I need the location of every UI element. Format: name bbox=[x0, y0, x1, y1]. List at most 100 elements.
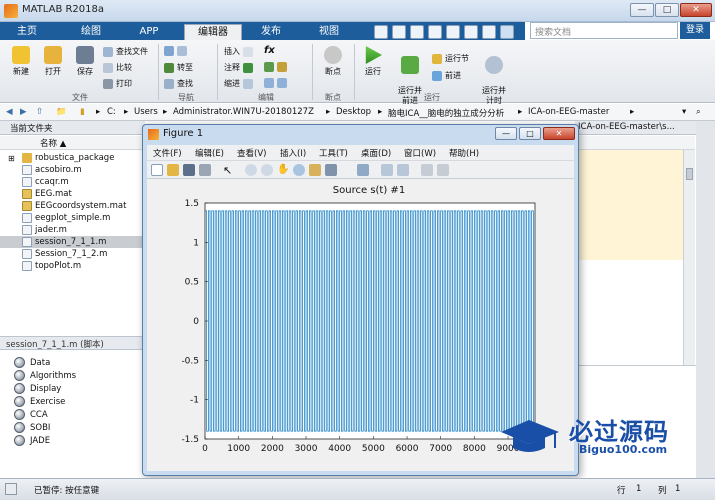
editor-pane[interactable] bbox=[575, 150, 683, 260]
list-item[interactable]: Exercise bbox=[14, 396, 65, 407]
tab-plots[interactable]: 绘图 bbox=[70, 24, 112, 40]
back-arrow-icon[interactable]: ◀ bbox=[6, 107, 13, 117]
hide-plot-tools-icon[interactable] bbox=[421, 164, 433, 176]
goto-button[interactable]: 转至 bbox=[164, 62, 193, 73]
run-and-time-button[interactable]: 运行并 计时 bbox=[476, 46, 512, 106]
list-item[interactable]: eegplot_simple.m bbox=[0, 212, 145, 224]
link-plot-icon[interactable] bbox=[357, 164, 369, 176]
up-folder-icon[interactable]: ⇧ bbox=[36, 107, 43, 117]
redo-icon[interactable] bbox=[464, 25, 478, 39]
indent-button[interactable]: 缩进 bbox=[224, 78, 253, 89]
open-button[interactable]: 打开 bbox=[38, 46, 68, 77]
tab-view[interactable]: 视图 bbox=[308, 24, 350, 40]
list-item[interactable]: CCA bbox=[14, 409, 48, 420]
find-button[interactable]: 查找 bbox=[164, 78, 193, 89]
advance-button[interactable]: 前进 bbox=[432, 70, 461, 81]
breakpoints-button[interactable]: 断点 bbox=[316, 46, 350, 77]
tab-publish[interactable]: 发布 bbox=[250, 24, 292, 40]
list-item[interactable]: EEGcoordsystem.mat bbox=[0, 200, 145, 212]
copy-icon[interactable] bbox=[410, 25, 424, 39]
breadcrumb-user-dir[interactable]: Administrator.WIN7U-20180127Z bbox=[173, 107, 314, 117]
smart-indent-button[interactable] bbox=[264, 78, 287, 88]
list-item[interactable]: EEG.mat bbox=[0, 188, 145, 200]
list-item[interactable]: Data bbox=[14, 357, 50, 368]
pan-hand-icon[interactable]: ✋ bbox=[277, 164, 289, 176]
run-section-button[interactable]: 运行节 bbox=[432, 53, 469, 64]
figure-title-bar[interactable]: Figure 1 — □ ✕ bbox=[143, 125, 578, 143]
zoom-in-icon[interactable] bbox=[245, 164, 257, 176]
undo-icon[interactable] bbox=[446, 25, 460, 39]
search-icon[interactable]: ⌕ bbox=[696, 107, 701, 117]
minimize-button[interactable]: — bbox=[630, 3, 654, 17]
scrollbar-thumb[interactable] bbox=[686, 168, 693, 180]
list-item[interactable]: ccaqr.m bbox=[0, 176, 145, 188]
quick-save-icon[interactable] bbox=[374, 25, 388, 39]
comment-button[interactable]: 注释 bbox=[224, 62, 253, 73]
edit-plot-arrow-icon[interactable]: ↖ bbox=[223, 164, 235, 177]
menu-edit[interactable]: 编辑(E) bbox=[195, 147, 224, 159]
search-documentation-input[interactable]: 搜索文档 bbox=[530, 22, 678, 39]
menu-desktop[interactable]: 桌面(D) bbox=[361, 147, 391, 159]
menu-window[interactable]: 窗口(W) bbox=[404, 147, 436, 159]
breadcrumb-users[interactable]: Users bbox=[134, 107, 158, 117]
back-button[interactable] bbox=[164, 46, 187, 56]
list-item[interactable]: Display bbox=[14, 383, 61, 394]
list-item[interactable]: ⊞ robustica_package bbox=[0, 152, 145, 164]
menu-help[interactable]: 帮助(H) bbox=[449, 147, 479, 159]
figure-minimize-button[interactable]: — bbox=[495, 127, 517, 140]
print-button[interactable]: 打印 bbox=[103, 78, 132, 89]
maximize-button[interactable]: □ bbox=[655, 3, 679, 17]
list-item-selected[interactable]: session_7_1_1.m bbox=[0, 236, 145, 248]
print-figure-icon[interactable] bbox=[199, 164, 211, 176]
expand-icon[interactable]: ⊞ bbox=[8, 154, 18, 163]
open-file-icon[interactable] bbox=[167, 164, 179, 176]
show-plot-tools-icon[interactable] bbox=[437, 164, 449, 176]
rotate-3d-icon[interactable] bbox=[293, 164, 305, 176]
compare-button[interactable]: 比较 bbox=[103, 62, 132, 73]
switch-windows-icon[interactable] bbox=[482, 25, 496, 39]
column-header-name[interactable]: 名称 ▲ bbox=[0, 136, 145, 150]
breadcrumb-ica-folder[interactable]: 脑电ICA__脑电的独立成分分析 bbox=[388, 107, 504, 119]
list-item[interactable]: acsobiro.m bbox=[0, 164, 145, 176]
breadcrumb-ica-on-eeg[interactable]: ICA-on-EEG-master bbox=[528, 107, 609, 117]
run-button[interactable]: 运行 bbox=[358, 46, 388, 77]
login-button[interactable]: 登录 bbox=[680, 22, 710, 39]
forward-arrow-icon[interactable]: ▶ bbox=[20, 107, 27, 117]
paste-icon[interactable] bbox=[428, 25, 442, 39]
cut-icon[interactable] bbox=[392, 25, 406, 39]
list-item[interactable]: Session_7_1_2.m bbox=[0, 248, 145, 260]
data-cursor-icon[interactable] bbox=[309, 164, 321, 176]
tab-home[interactable]: 主页 bbox=[6, 24, 48, 40]
list-item[interactable]: JADE bbox=[14, 435, 50, 446]
list-item[interactable]: Algorithms bbox=[14, 370, 76, 381]
list-item[interactable]: topoPlot.m bbox=[0, 260, 145, 272]
menu-view[interactable]: 查看(V) bbox=[237, 147, 266, 159]
percent-comment-button[interactable] bbox=[264, 62, 287, 72]
browse-folder-icon[interactable]: 📁 bbox=[56, 107, 67, 117]
address-dropdown-icon[interactable]: ▾ bbox=[682, 107, 686, 117]
brush-icon[interactable] bbox=[325, 164, 337, 176]
vertical-scrollbar[interactable] bbox=[683, 150, 695, 365]
save-figure-icon[interactable] bbox=[183, 164, 195, 176]
list-item[interactable]: SOBI bbox=[14, 422, 50, 433]
zoom-out-icon[interactable] bbox=[261, 164, 273, 176]
breadcrumb-drive[interactable]: C: bbox=[107, 107, 116, 117]
list-item[interactable]: jader.m bbox=[0, 224, 145, 236]
breadcrumb-desktop[interactable]: Desktop bbox=[336, 107, 371, 117]
find-files-button[interactable]: 查找文件 bbox=[103, 46, 148, 57]
insert-button[interactable]: 插入 bbox=[224, 46, 253, 57]
menu-file[interactable]: 文件(F) bbox=[153, 147, 182, 159]
editor-pane-lower[interactable] bbox=[575, 260, 683, 356]
help-icon[interactable] bbox=[500, 25, 514, 39]
insert-function-button[interactable]: fx bbox=[264, 45, 275, 56]
menu-tools[interactable]: 工具(T) bbox=[319, 147, 348, 159]
menu-insert[interactable]: 插入(I) bbox=[280, 147, 306, 159]
save-button[interactable]: 保存 bbox=[70, 46, 100, 77]
figure-close-button[interactable]: ✕ bbox=[543, 127, 575, 140]
close-button[interactable]: ✕ bbox=[680, 3, 712, 17]
new-figure-icon[interactable] bbox=[151, 164, 163, 176]
tab-apps[interactable]: APP bbox=[128, 24, 170, 40]
tab-editor[interactable]: 编辑器 bbox=[184, 24, 242, 40]
new-button[interactable]: 新建 bbox=[6, 46, 36, 77]
figure-maximize-button[interactable]: □ bbox=[519, 127, 541, 140]
